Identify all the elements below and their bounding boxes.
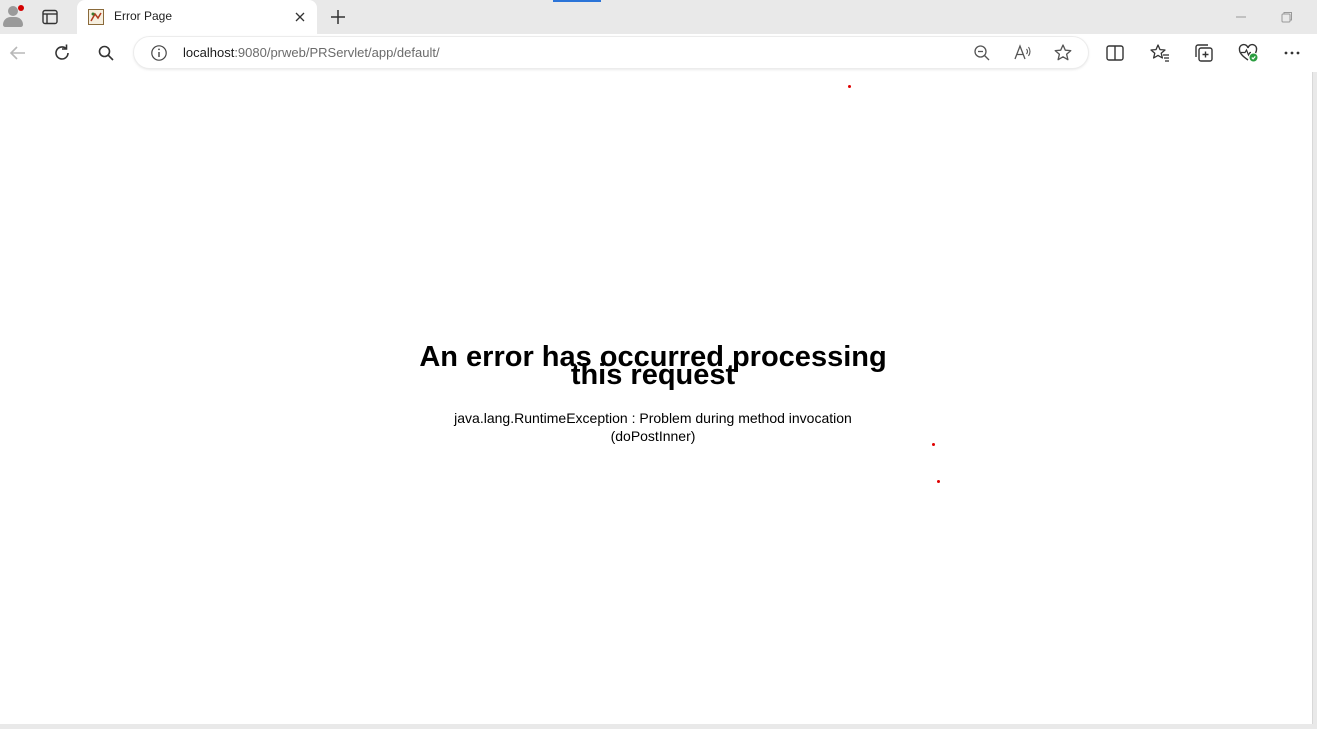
collections-icon[interactable] xyxy=(1192,41,1216,65)
profile-icon[interactable] xyxy=(3,5,24,27)
address-bar[interactable]: localhost:9080/prweb/PRServlet/app/defau… xyxy=(134,37,1088,68)
plus-icon[interactable] xyxy=(329,8,347,26)
favorites-icon[interactable] xyxy=(1148,41,1172,65)
read-aloud-icon[interactable] xyxy=(1010,41,1034,65)
split-screen-icon[interactable] xyxy=(1103,41,1127,65)
top-accent-bar xyxy=(553,0,601,2)
search-icon[interactable] xyxy=(94,41,118,65)
restore-icon[interactable] xyxy=(1280,10,1294,24)
zoom-out-icon[interactable] xyxy=(970,41,994,65)
star-icon[interactable] xyxy=(1051,41,1075,65)
page-favicon-icon xyxy=(88,9,104,25)
url-host: localhost xyxy=(183,45,235,60)
tab-strip: Error Page xyxy=(0,0,1317,34)
back-arrow-icon[interactable] xyxy=(6,41,30,65)
minimize-icon[interactable] xyxy=(1234,10,1248,24)
tab-error-page[interactable]: Error Page xyxy=(77,0,317,34)
red-dot xyxy=(937,480,940,483)
window-bottom-edge xyxy=(0,724,1317,729)
tab-title: Error Page xyxy=(114,9,173,23)
tab-actions-icon[interactable] xyxy=(41,8,59,26)
browser-toolbar: localhost:9080/prweb/PRServlet/app/defau… xyxy=(0,34,1317,72)
url-path: :9080/prweb/PRServlet/app/default/ xyxy=(234,45,440,60)
red-dot xyxy=(932,443,935,446)
heart-pulse-icon[interactable] xyxy=(1236,41,1260,65)
url-text[interactable]: localhost:9080/prweb/PRServlet/app/defau… xyxy=(183,45,440,60)
page-content: An error has occurred processing this re… xyxy=(0,72,1313,725)
info-icon[interactable] xyxy=(150,44,168,62)
error-message: java.lang.RuntimeException : Problem dur… xyxy=(454,410,852,444)
error-heading: An error has occurred processing this re… xyxy=(419,341,887,391)
more-icon[interactable] xyxy=(1280,41,1304,65)
close-icon[interactable] xyxy=(293,10,307,24)
red-dot xyxy=(848,85,851,88)
refresh-icon[interactable] xyxy=(50,41,74,65)
